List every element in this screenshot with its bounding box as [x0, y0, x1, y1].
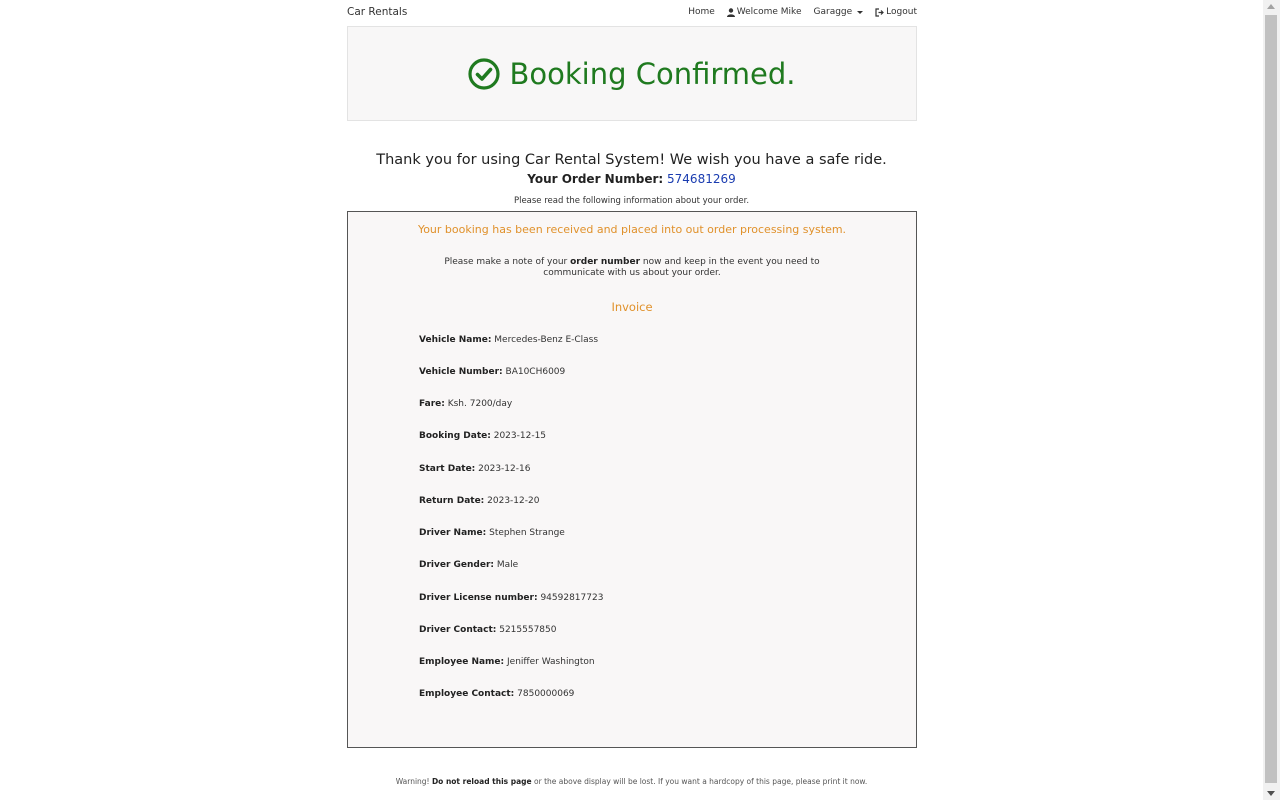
read-info-text: Please read the following information ab…: [513, 196, 750, 206]
invoice-field-employee-name: Employee Name: Jeniffer Washington: [419, 657, 595, 667]
thank-you-message: Thank you for using Car Rental System! W…: [376, 152, 887, 168]
field-value: 7850000069: [517, 689, 575, 699]
scroll-down-arrow-icon[interactable]: [1267, 791, 1275, 796]
invoice-field-fare: Fare: Ksh. 7200/day: [419, 399, 512, 409]
nav-logout-link[interactable]: Logout: [875, 7, 917, 17]
scroll-up-arrow-icon[interactable]: [1267, 4, 1275, 9]
field-value: 5215557850: [499, 625, 557, 635]
order-number-line: Your Order Number: 574681269: [0, 172, 1263, 186]
warning-post: or the above display will be lost. If yo…: [531, 777, 868, 786]
vertical-scrollbar[interactable]: [1263, 0, 1280, 800]
field-label: Employee Contact:: [419, 689, 515, 699]
invoice-field-employee-contact: Employee Contact: 7850000069: [419, 689, 574, 699]
nav-welcome-label: Welcome Mike: [736, 7, 802, 17]
order-number-label: Your Order Number:: [527, 172, 664, 186]
field-label: Driver License number:: [419, 593, 538, 603]
user-icon: [726, 7, 735, 17]
invoice-field-driver-gender: Driver Gender: Male: [419, 560, 518, 570]
nav-welcome-link[interactable]: Welcome Mike: [726, 7, 802, 17]
warning-bold: Do not reload this page: [431, 777, 532, 786]
invoice-field-vehicle-name: Vehicle Name: Mercedes-Benz E-Class: [419, 335, 598, 345]
nav-logout-label: Logout: [886, 7, 917, 17]
order-number-value: 574681269: [667, 172, 736, 186]
caret-down-icon: [857, 10, 864, 14]
field-label: Start Date:: [419, 464, 476, 474]
field-label: Vehicle Number:: [419, 367, 503, 377]
received-message: Your booking has been received and place…: [417, 223, 847, 236]
invoice-field-return-date: Return Date: 2023-12-20: [419, 496, 539, 506]
field-value: 94592817723: [540, 593, 604, 603]
field-value: Mercedes-Benz E-Class: [494, 335, 599, 345]
order-note: Please make a note of your order number …: [428, 257, 836, 279]
field-label: Fare:: [419, 399, 445, 409]
field-value: Stephen Strange: [489, 528, 565, 538]
field-label: Return Date:: [419, 496, 485, 506]
invoice-panel: Your booking has been received and place…: [347, 211, 917, 748]
field-value: BA10CH6009: [505, 367, 566, 377]
invoice-field-vehicle-number: Vehicle Number: BA10CH6009: [419, 367, 565, 377]
field-value: 2023-12-16: [478, 464, 531, 474]
field-value: Jeniffer Washington: [507, 657, 595, 667]
invoice-field-booking-date: Booking Date: 2023-12-15: [419, 431, 546, 441]
invoice-field-driver-name: Driver Name: Stephen Strange: [419, 528, 565, 538]
order-note-bold: order number: [570, 257, 641, 267]
order-note-pre: Please make a note of your: [444, 257, 571, 267]
confirmation-title: Booking Confirmed.: [468, 56, 796, 91]
field-value: 2023-12-20: [487, 496, 540, 506]
nav-garage-label: Garagge: [813, 7, 853, 17]
logout-icon: [875, 7, 885, 17]
nav-home-link[interactable]: Home: [688, 7, 715, 17]
field-label: Vehicle Name:: [419, 335, 492, 345]
invoice-field-start-date: Start Date: 2023-12-16: [419, 464, 530, 474]
field-value: 2023-12-15: [493, 431, 547, 441]
field-label: Booking Date:: [419, 431, 491, 441]
field-label: Driver Contact:: [419, 625, 497, 635]
warning-pre: Warning!: [395, 777, 432, 786]
field-label: Driver Name:: [419, 528, 487, 538]
field-value: Male: [496, 560, 519, 570]
scrollbar-thumb[interactable]: [1265, 15, 1277, 783]
nav-garage-dropdown[interactable]: Garagge: [814, 7, 864, 17]
field-label: Employee Name:: [419, 657, 505, 667]
check-circle-icon: [468, 57, 501, 90]
field-label: Driver Gender:: [419, 560, 495, 570]
invoice-field-driver-contact: Driver Contact: 5215557850: [419, 625, 556, 635]
brand-link[interactable]: Car Rentals: [347, 6, 407, 18]
invoice-title: Invoice: [611, 300, 653, 314]
confirmation-title-text: Booking Confirmed.: [509, 56, 796, 91]
nav-links: Home Welcome Mike Garagge Logout: [688, 7, 917, 17]
field-value: Ksh. 7200/day: [447, 399, 513, 409]
confirmation-banner: Booking Confirmed.: [347, 26, 917, 121]
reload-warning: Warning! Do not reload this page or the …: [0, 777, 1263, 786]
invoice-field-driver-license: Driver License number: 94592817723: [419, 593, 603, 603]
navbar: Car Rentals Home Welcome Mike Garagge Lo…: [347, 0, 917, 26]
